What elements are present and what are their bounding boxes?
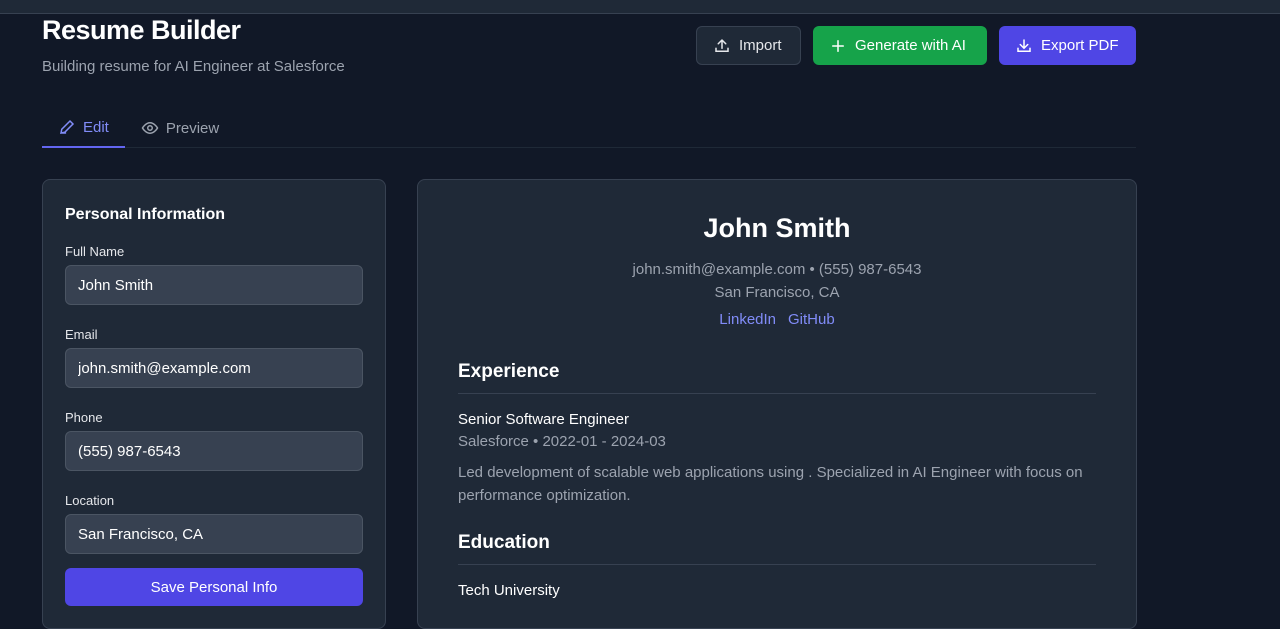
header-actions: Import Generate with AI Export PDF [696,26,1136,65]
top-bar [0,0,1280,14]
generate-label: Generate with AI [855,37,966,54]
export-pdf-button[interactable]: Export PDF [999,26,1136,65]
education-heading: Education [458,532,1096,565]
full-name-label: Full Name [65,244,125,259]
experience-heading: Experience [458,361,1096,394]
resume-preview: John Smith john.smith@example.com • (555… [417,179,1137,629]
tab-preview[interactable]: Preview [125,108,235,148]
job-title: Senior Software Engineer [458,411,629,428]
email-label: Email [65,327,98,342]
resume-links: LinkedIn GitHub [458,311,1096,328]
page-subtitle: Building resume for AI Engineer at Sales… [42,58,345,75]
view-tabs: Edit Preview [42,108,1136,148]
generate-with-ai-button[interactable]: Generate with AI [813,26,987,65]
tab-preview-label: Preview [165,119,220,137]
eye-icon [141,121,159,135]
linkedin-link[interactable]: LinkedIn [719,311,776,328]
form-title: Personal Information [65,206,226,223]
personal-info-form: Personal Information Full Name Email Pho… [42,179,386,629]
plus-icon [832,39,844,52]
school-name: Tech University [458,582,560,599]
pencil-icon [60,119,75,134]
job-description: Led development of scalable web applicat… [458,464,1083,504]
resume-name: John Smith [703,213,851,243]
contact-location: San Francisco, CA [714,284,840,301]
github-link[interactable]: GitHub [788,311,835,328]
save-personal-info-button[interactable]: Save Personal Info [65,568,363,606]
email-input[interactable] [65,348,363,388]
tab-edit[interactable]: Edit [42,108,125,148]
phone-label: Phone [65,410,103,425]
full-name-input[interactable] [65,265,363,305]
job-meta: Salesforce • 2022-01 - 2024-03 [458,433,666,450]
download-icon [1017,38,1031,52]
contact-line: john.smith@example.com • (555) 987-6543 [632,261,922,278]
phone-input[interactable] [65,431,363,471]
export-label: Export PDF [1041,37,1119,54]
tab-edit-label: Edit [83,118,109,136]
location-label: Location [65,493,115,508]
resume-contact: john.smith@example.com • (555) 987-6543 … [458,258,1096,304]
import-button[interactable]: Import [696,26,801,65]
page-title: Resume Builder [42,15,241,45]
location-input[interactable] [65,514,363,554]
import-label: Import [739,37,782,54]
upload-icon [715,38,729,52]
